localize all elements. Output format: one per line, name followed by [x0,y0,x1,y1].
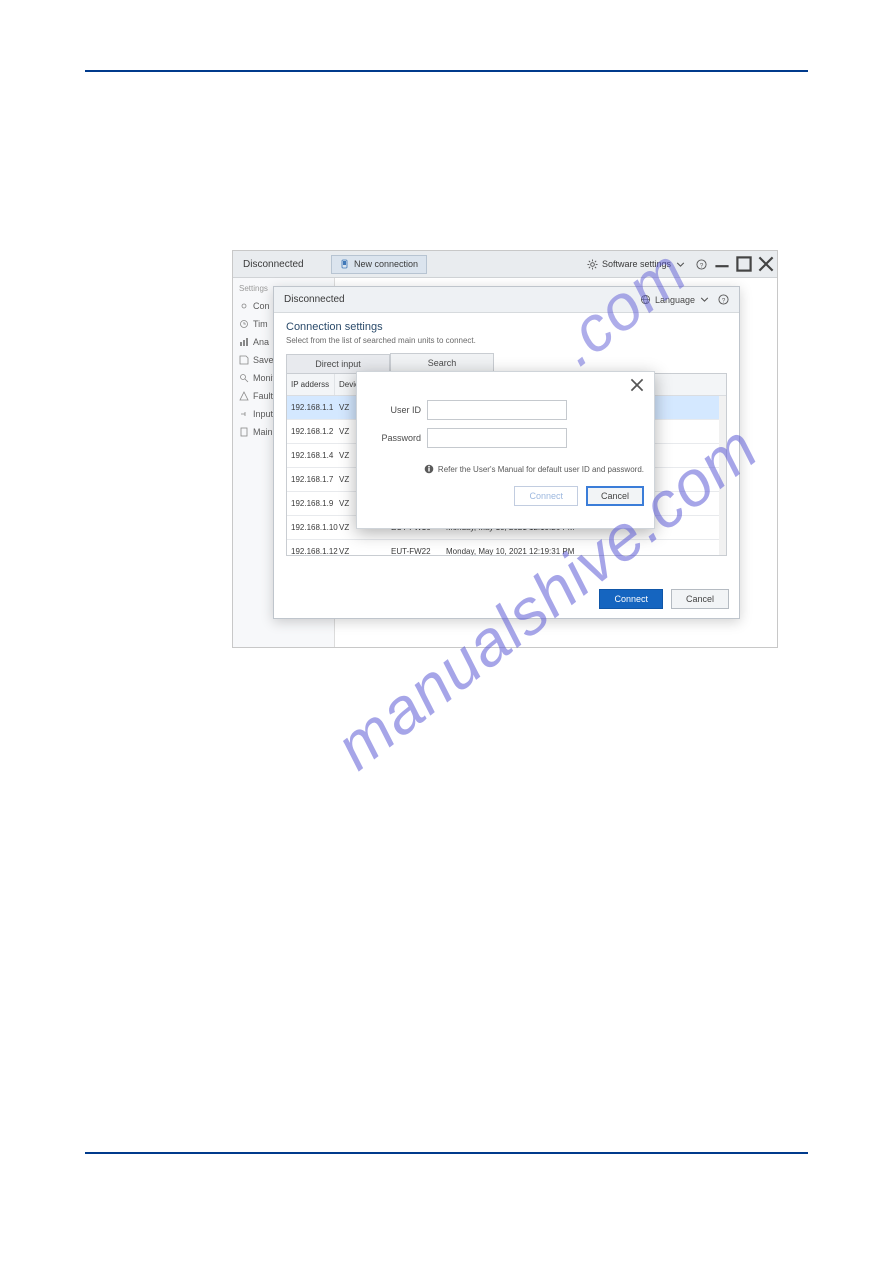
search-icon [239,373,249,383]
new-connection-label: New connection [354,259,418,269]
user-id-label: User ID [367,405,427,415]
chevron-down-icon [699,294,710,305]
save-icon [239,355,249,365]
page-rule-bottom [85,1152,808,1154]
gear-icon [587,259,598,270]
dialog-titlebar: Disconnected Language ? [274,287,739,313]
cancel-button[interactable]: Cancel [671,589,729,609]
maximize-button[interactable] [733,253,755,275]
sidebar-item-label: Save [253,355,274,365]
connection-status: Disconnected [233,259,329,270]
cell-ip: 192.168.1.4 [287,444,335,467]
software-settings-menu[interactable]: Software settings [581,259,692,270]
password-input[interactable] [427,428,567,448]
dialog-title: Disconnected [284,294,345,305]
clock-icon [239,319,249,329]
titlebar: Disconnected New connection Software set… [233,251,777,278]
section-title: Connection settings [286,321,727,333]
chart-icon [239,337,249,347]
help-icon[interactable]: ? [718,294,729,305]
tab-search[interactable]: Search [390,353,494,373]
table-row[interactable]: 192.168.1.12 VZ EUT-FW22 Monday, May 10,… [287,540,726,556]
password-label: Password [367,433,427,443]
software-settings-label: Software settings [602,259,671,269]
sidebar-item-label: Tim [253,319,268,329]
sidebar-item-label: Con [253,301,270,311]
close-icon[interactable] [630,378,644,392]
cell-ip: 192.168.1.9 [287,492,335,515]
cell-dt: Monday, May 10, 2021 12:19:31 PM [442,540,727,556]
cell-ip: 192.168.1.12 [287,540,335,556]
user-id-input[interactable] [427,400,567,420]
login-hint-text: Refer the User's Manual for default user… [438,465,644,474]
login-connect-button[interactable]: Connect [514,486,578,506]
plug-icon [239,409,249,419]
sidebar-item-label: Fault [253,391,273,401]
app-window: Disconnected New connection Software set… [232,250,778,648]
info-icon [424,464,434,474]
login-hint: Refer the User's Manual for default user… [367,464,644,474]
section-subtitle: Select from the list of searched main un… [286,336,727,345]
sidebar-item-label: Main [253,427,273,437]
cell-ip: 192.168.1.10 [287,516,335,539]
cell-ip: 192.168.1.2 [287,420,335,443]
login-dialog: User ID Password Refer the User's Manual… [356,371,655,529]
gear-icon [239,301,249,311]
device-icon [239,427,249,437]
cell-ip: 192.168.1.7 [287,468,335,491]
help-icon[interactable]: ? [696,259,707,270]
globe-icon [640,294,651,305]
sidebar-item-label: Ana [253,337,269,347]
cell-eut: EUT-FW22 [387,540,442,556]
close-button[interactable] [755,253,777,275]
dialog-footer: Connect Cancel [274,580,739,618]
cell-dev: VZ [335,540,387,556]
alert-icon [239,391,249,401]
svg-text:?: ? [700,262,704,269]
sidebar-item-label: Monit [253,373,275,383]
chevron-down-icon [675,259,686,270]
language-menu[interactable]: Language [640,294,710,305]
sidebar-item-label: Input [253,409,273,419]
col-ip[interactable]: IP adderss [287,374,335,395]
input-tabs: Direct input Search [286,353,727,373]
scrollbar[interactable] [719,396,726,555]
device-icon [340,259,350,269]
page-rule-top [85,70,808,72]
new-connection-button[interactable]: New connection [331,255,427,274]
minimize-button[interactable] [711,253,733,275]
svg-text:?: ? [722,297,726,304]
cell-ip: 192.168.1.1 [287,396,335,419]
language-label: Language [655,295,695,305]
login-cancel-button[interactable]: Cancel [586,486,644,506]
connect-button[interactable]: Connect [599,589,663,609]
